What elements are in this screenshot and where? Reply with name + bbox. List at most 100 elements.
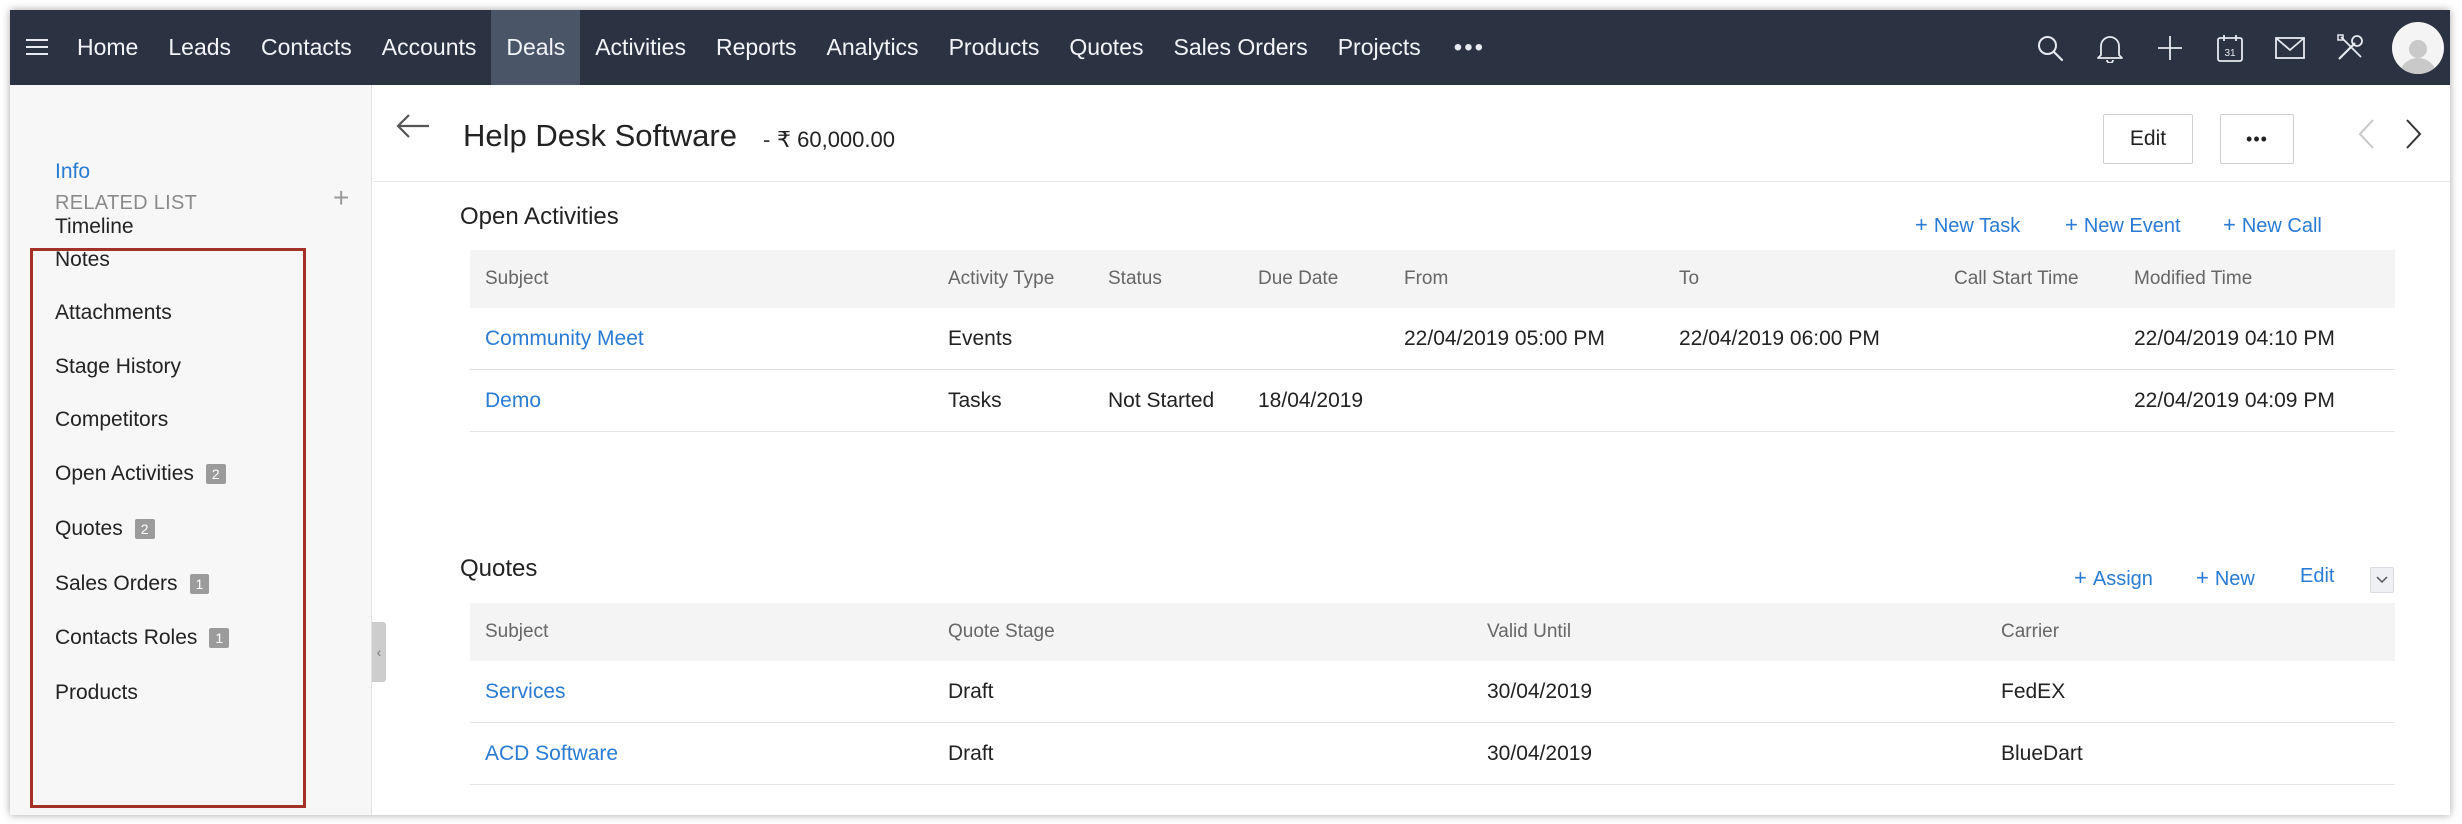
activity-subject-link[interactable]: Community Meet <box>485 327 644 351</box>
hamburger-menu-icon[interactable] <box>26 34 48 58</box>
previous-record-icon[interactable] <box>2357 117 2377 156</box>
assign-quote-link[interactable]: + Assign <box>2074 565 2153 591</box>
nav-activities[interactable]: Activities <box>580 10 701 85</box>
related-list-title: RELATED LIST <box>55 192 198 214</box>
table-cell: 22/04/2019 05:00 PM <box>1404 327 1605 350</box>
sidebar-timeline-link[interactable]: Timeline <box>55 215 134 239</box>
calendar-day-text: 31 <box>2224 48 2236 59</box>
mail-icon[interactable] <box>2260 10 2320 85</box>
column-header[interactable]: Status <box>1108 268 1162 290</box>
column-header[interactable]: Valid Until <box>1487 621 1571 643</box>
column-header[interactable]: Due Date <box>1258 268 1338 290</box>
nav-accounts[interactable]: Accounts <box>367 10 492 85</box>
column-header[interactable]: Modified Time <box>2134 268 2252 290</box>
sidebar-collapse-handle[interactable]: ‹ <box>372 622 386 682</box>
related-item-label: Notes <box>55 248 110 271</box>
plus-icon: + <box>2196 565 2209 590</box>
nav-contacts[interactable]: Contacts <box>246 10 367 85</box>
table-cell: 30/04/2019 <box>1487 742 1593 765</box>
table-row: Demo Tasks Not Started 18/04/2019 22/04/… <box>470 370 2395 432</box>
related-item-contacts-roles[interactable]: Contacts Roles 1 <box>55 626 230 650</box>
left-sidebar: Info Timeline RELATED LIST + Notes Attac… <box>10 85 372 815</box>
quotes-title: Quotes <box>460 555 538 582</box>
related-item-sales-orders[interactable]: Sales Orders 1 <box>55 572 210 596</box>
edit-button[interactable]: Edit <box>2103 114 2193 164</box>
nav-analytics[interactable]: Analytics <box>812 10 934 85</box>
new-quote-link[interactable]: + New <box>2196 565 2255 591</box>
new-task-label: New Task <box>1933 215 2021 237</box>
more-actions-button[interactable]: ••• <box>2220 114 2294 164</box>
column-header[interactable]: Subject <box>485 621 548 643</box>
column-header[interactable]: Carrier <box>2001 621 2059 643</box>
table-cell: 22/04/2019 06:00 PM <box>1679 327 1880 350</box>
count-badge: 1 <box>209 628 230 648</box>
nav-more-button[interactable]: ••• <box>1436 10 1503 85</box>
column-header[interactable]: Subject <box>485 268 548 290</box>
calendar-icon[interactable]: 31 <box>2200 10 2260 85</box>
nav-deals[interactable]: Deals <box>491 10 581 85</box>
next-record-icon[interactable] <box>2403 117 2423 156</box>
related-item-products[interactable]: Products <box>55 681 138 705</box>
table-cell: Tasks <box>948 389 1002 412</box>
table-cell: 30/04/2019 <box>1487 680 1593 703</box>
column-header[interactable]: Quote Stage <box>948 621 1055 643</box>
table-cell: FedEX <box>2001 680 2066 703</box>
related-item-label: Competitors <box>55 408 169 431</box>
tools-icon[interactable] <box>2320 10 2380 85</box>
quote-subject-link[interactable]: Services <box>485 680 566 704</box>
related-item-notes[interactable]: Notes <box>55 248 110 272</box>
related-item-label: Sales Orders <box>55 572 178 595</box>
sidebar-info-link[interactable]: Info <box>55 160 90 184</box>
count-badge: 2 <box>205 464 226 484</box>
edit-quotes-link[interactable]: Edit <box>2300 565 2334 588</box>
related-list-add-button[interactable]: + <box>333 182 349 214</box>
new-task-link[interactable]: + New Task <box>1915 212 2020 238</box>
bell-icon[interactable] <box>2080 10 2140 85</box>
new-label: New <box>2214 568 2255 590</box>
nav-home[interactable]: Home <box>62 10 153 85</box>
quote-subject-link[interactable]: ACD Software <box>485 742 618 766</box>
search-icon[interactable] <box>2020 10 2080 85</box>
title-separator: - <box>763 127 771 152</box>
plus-icon: + <box>2223 212 2236 237</box>
column-header[interactable]: Activity Type <box>948 268 1054 290</box>
nav-products[interactable]: Products <box>934 10 1055 85</box>
table-cell: Not Started <box>1108 389 1215 412</box>
column-header[interactable]: Call Start Time <box>1954 268 2079 290</box>
related-item-stage-history[interactable]: Stage History <box>55 355 181 379</box>
nav-leads[interactable]: Leads <box>153 10 246 85</box>
quotes-header-row: Subject Quote Stage Valid Until Carrier <box>470 603 2395 661</box>
column-header[interactable]: From <box>1404 268 1448 290</box>
assign-label: Assign <box>2092 568 2153 590</box>
nav-sales-orders[interactable]: Sales Orders <box>1158 10 1322 85</box>
related-item-quotes[interactable]: Quotes 2 <box>55 517 155 541</box>
top-nav-bar: Home Leads Contacts Accounts Deals Activ… <box>10 10 2450 85</box>
nav-reports[interactable]: Reports <box>701 10 812 85</box>
related-item-label: Stage History <box>55 355 182 378</box>
record-title: Help Desk Software <box>463 118 737 153</box>
related-item-open-activities[interactable]: Open Activities 2 <box>55 462 226 486</box>
record-header: Help Desk Software - ₹ 60,000.00 Edit ••… <box>373 85 2450 182</box>
related-item-competitors[interactable]: Competitors <box>55 408 168 432</box>
nav-projects[interactable]: Projects <box>1323 10 1436 85</box>
back-arrow-icon[interactable] <box>395 111 431 146</box>
column-header[interactable]: To <box>1679 268 1699 290</box>
activity-subject-link[interactable]: Demo <box>485 389 541 413</box>
related-item-label: Quotes <box>55 517 123 540</box>
count-badge: 2 <box>134 519 155 539</box>
plus-icon: + <box>1915 212 1928 237</box>
new-event-link[interactable]: + New Event <box>2065 212 2181 238</box>
new-call-link[interactable]: + New Call <box>2223 212 2322 238</box>
table-row: ACD Software Draft 30/04/2019 BlueDart <box>470 723 2395 785</box>
new-event-label: New Event <box>2083 215 2181 237</box>
table-row: Community Meet Events 22/04/2019 05:00 P… <box>470 308 2395 370</box>
related-item-label: Attachments <box>55 301 172 324</box>
nav-quotes[interactable]: Quotes <box>1054 10 1158 85</box>
chevron-down-icon[interactable] <box>2370 567 2394 593</box>
avatar[interactable] <box>2392 21 2444 74</box>
module-tabs: Home Leads Contacts Accounts Deals Activ… <box>62 10 1503 85</box>
table-cell: BlueDart <box>2001 742 2083 765</box>
related-item-attachments[interactable]: Attachments <box>55 301 172 325</box>
plus-icon[interactable] <box>2140 10 2200 85</box>
related-item-label: Products <box>55 681 138 704</box>
